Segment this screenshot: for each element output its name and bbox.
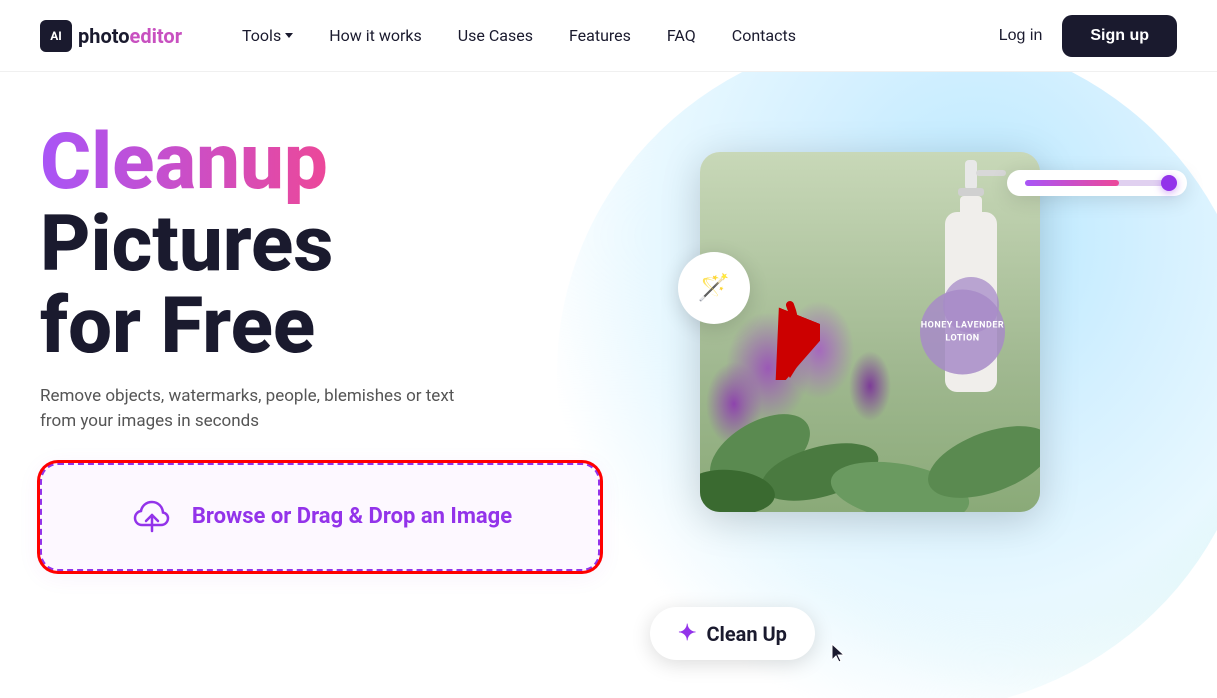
nav-how-it-works[interactable]: How it works: [329, 26, 422, 45]
nav-contacts[interactable]: Contacts: [732, 26, 796, 45]
login-button[interactable]: Log in: [999, 27, 1043, 45]
magic-wand-icon: 🪄: [698, 273, 730, 303]
nav-tools[interactable]: Tools: [242, 26, 293, 45]
logo-icon: AI: [40, 20, 72, 52]
slider-track: [1025, 180, 1169, 186]
slider-thumb: [1161, 175, 1177, 191]
signup-button[interactable]: Sign up: [1062, 15, 1177, 57]
upload-dropzone[interactable]: Browse or Drag & Drop an Image: [40, 463, 600, 571]
hero-title: Cleanup Picturesfor Free: [40, 122, 600, 368]
mouse-cursor-icon: [828, 642, 850, 664]
upload-icon: [128, 493, 176, 541]
nav-use-cases[interactable]: Use Cases: [458, 26, 533, 45]
red-arrow-icon: [760, 300, 820, 380]
product-image: HONEY LAVENDER LOTION: [700, 152, 1040, 512]
magic-wand-button[interactable]: 🪄: [678, 252, 750, 324]
cleanup-button-label: Clean Up: [706, 622, 787, 646]
chevron-down-icon: [285, 33, 293, 38]
nav-auth: Log in Sign up: [999, 15, 1177, 57]
upload-icon-wrap: [128, 493, 176, 541]
nav-features[interactable]: Features: [569, 26, 631, 45]
slider-control[interactable]: [1007, 170, 1187, 196]
cleanup-button[interactable]: ✦ Clean Up: [650, 607, 815, 660]
logo[interactable]: AI photoeditor: [40, 20, 182, 52]
logo-text: photoeditor: [78, 24, 182, 48]
upload-label: Browse or Drag & Drop an Image: [192, 504, 512, 529]
nav-faq[interactable]: FAQ: [667, 26, 696, 45]
hero-left: Cleanup Picturesfor Free Remove objects,…: [40, 112, 600, 571]
product-card: HONEY LAVENDER LOTION: [700, 152, 1040, 512]
hero-subtitle: Remove objects, watermarks, people, blem…: [40, 384, 460, 435]
sparkle-icon: ✦: [678, 621, 696, 646]
hero-right: HONEY LAVENDER LOTION 🪄: [620, 112, 1177, 692]
slider-fill: [1025, 180, 1119, 186]
hero-section: Cleanup Picturesfor Free Remove objects,…: [0, 72, 1217, 698]
leaves-svg: [700, 332, 1040, 512]
nav-links: Tools How it works Use Cases Features FA…: [242, 26, 999, 45]
navbar: AI photoeditor Tools How it works Use Ca…: [0, 0, 1217, 72]
